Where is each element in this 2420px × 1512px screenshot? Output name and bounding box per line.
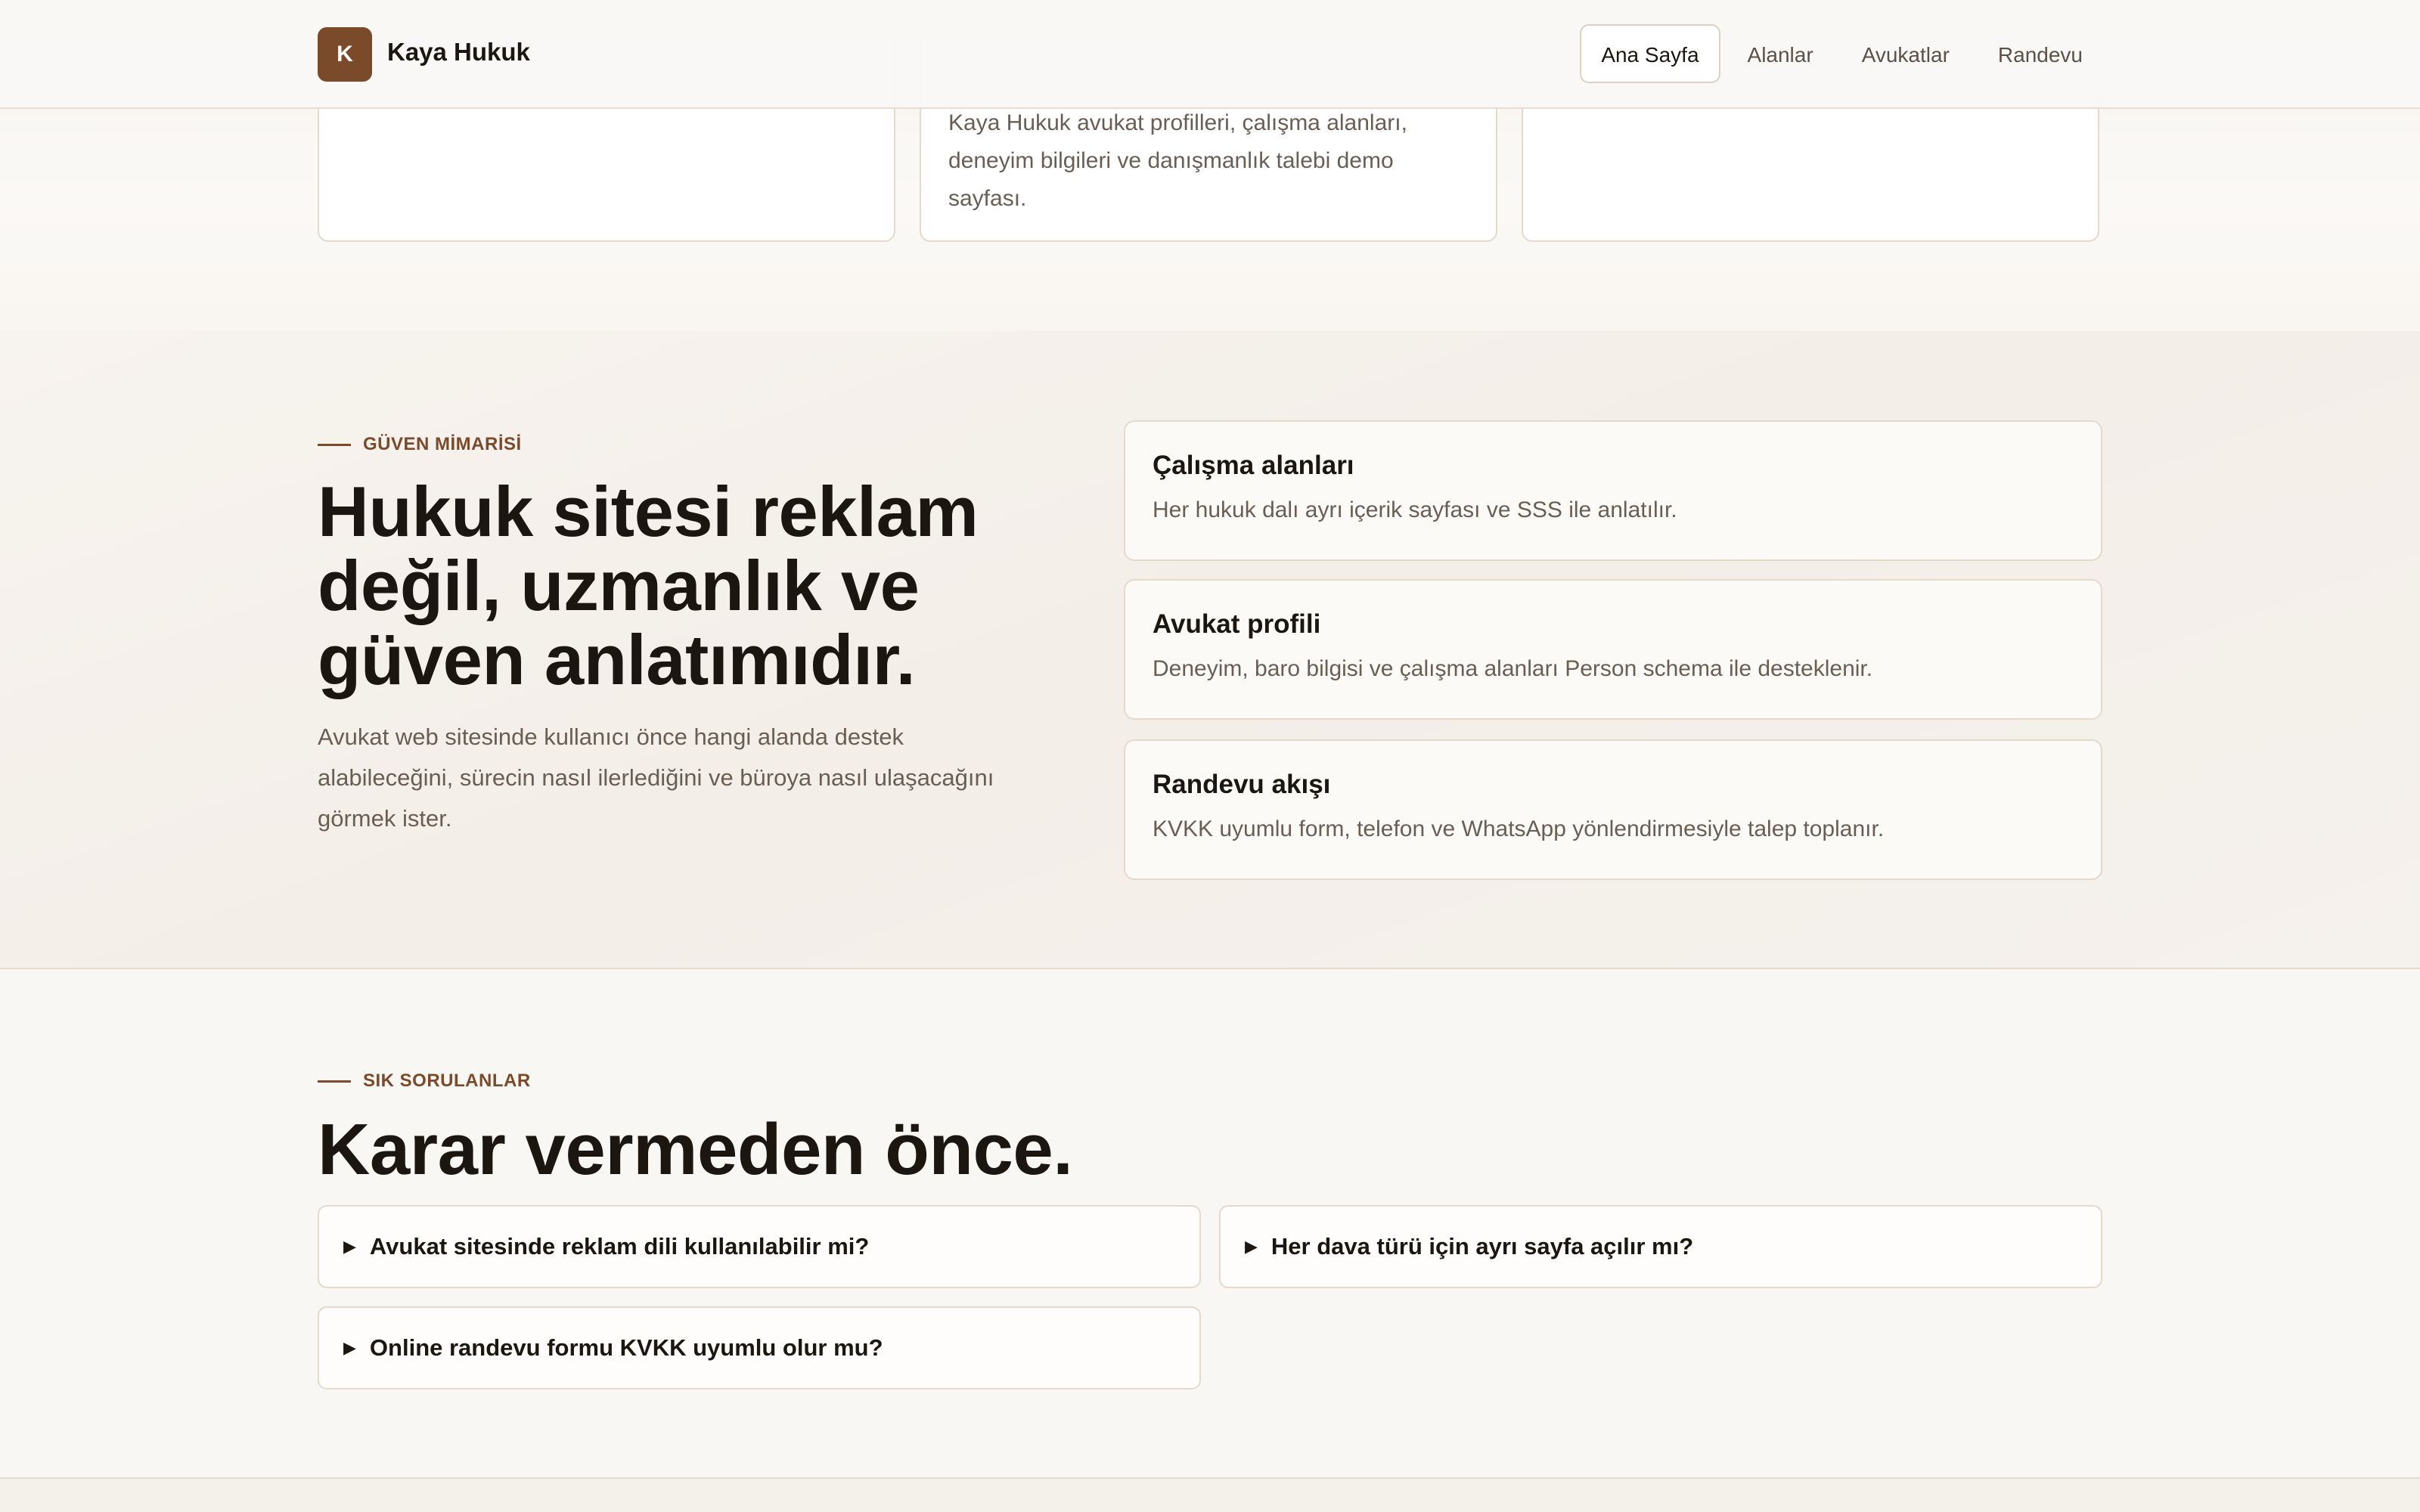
site-header: K Kaya Hukuk Ana Sayfa Alanlar Avukatlar…	[0, 0, 2420, 109]
faq-question: Online randevu formu KVKK uyumlu olur mu…	[369, 1334, 883, 1361]
nav-lawyers[interactable]: Avukatlar	[1841, 24, 1971, 83]
service-card-text: Kaya Hukuk avukat profilleri, çalışma al…	[948, 110, 1407, 211]
trust-eyebrow-label: GÜVEN MİMARİSİ	[363, 434, 522, 454]
eyebrow-line	[318, 1080, 351, 1083]
disclosure-triangle-icon: ▶	[1245, 1237, 1258, 1256]
feature-card-practice-areas: Çalışma alanları Her hukuk dalı ayrı içe…	[1124, 420, 2102, 561]
trust-description: Avukat web sitesinde kullanıcı önce hang…	[318, 723, 994, 832]
faq-eyebrow-label: SIK SORULANLAR	[363, 1070, 531, 1091]
feature-card-appointment-flow: Randevu akışı KVKK uyumlu form, telefon …	[1124, 739, 2102, 880]
trust-eyebrow: GÜVEN MİMARİSİ	[318, 434, 522, 455]
feature-desc: KVKK uyumlu form, telefon ve WhatsApp yö…	[1153, 816, 1885, 841]
faq-title: Karar vermeden önce.	[318, 1109, 1073, 1190]
eyebrow-line	[318, 443, 351, 446]
nav-home[interactable]: Ana Sayfa	[1580, 24, 1720, 83]
faq-question: Avukat sitesinde reklam dili kullanılabi…	[369, 1233, 870, 1259]
feature-desc: Deneyim, baro bilgisi ve çalışma alanlar…	[1153, 656, 1873, 681]
trust-title: Hukuk sitesi reklam değil, uzmanlık ve g…	[318, 472, 979, 699]
main-nav: Ana Sayfa Alanlar Avukatlar Randevu	[1580, 24, 2104, 83]
feature-title: Randevu akışı	[1153, 770, 1331, 799]
nav-appointment[interactable]: Randevu	[1977, 24, 2104, 83]
faq-question: Her dava türü için ayrı sayfa açılır mı?	[1270, 1233, 1694, 1259]
logo-icon[interactable]: K	[318, 27, 372, 82]
feature-card-lawyer-profile: Avukat profili Deneyim, baro bilgisi ve …	[1124, 579, 2102, 720]
faq-item[interactable]: ▶ Online randevu formu KVKK uyumlu olur …	[318, 1306, 1201, 1390]
disclosure-triangle-icon: ▶	[343, 1338, 356, 1357]
brand-name[interactable]: Kaya Hukuk	[387, 38, 530, 67]
disclosure-triangle-icon: ▶	[343, 1237, 356, 1256]
nav-areas[interactable]: Alanlar	[1727, 24, 1835, 83]
feature-title: Avukat profili	[1153, 609, 1321, 639]
faq-item[interactable]: ▶ Avukat sitesinde reklam dili kullanıla…	[318, 1205, 1201, 1288]
faq-item[interactable]: ▶ Her dava türü için ayrı sayfa açılır m…	[1219, 1205, 2102, 1288]
feature-title: Çalışma alanları	[1153, 451, 1354, 480]
next-section-edge	[0, 1479, 2420, 1512]
faq-eyebrow: SIK SORULANLAR	[318, 1070, 531, 1092]
feature-desc: Her hukuk dalı ayrı içerik sayfası ve SS…	[1153, 497, 1677, 522]
